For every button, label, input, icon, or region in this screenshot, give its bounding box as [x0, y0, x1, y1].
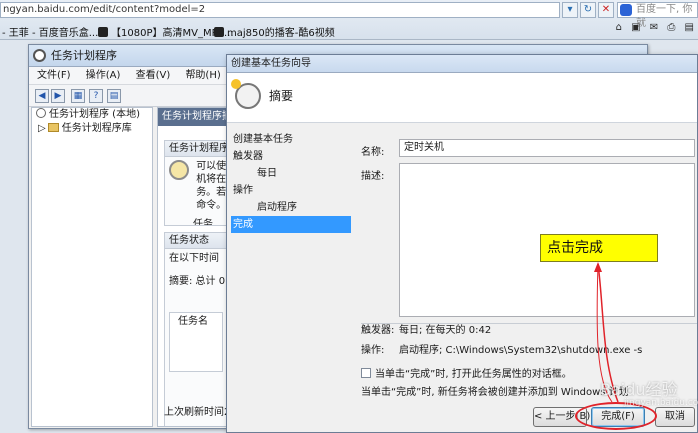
console-icon[interactable]: ▦ [71, 89, 85, 103]
task-status-section: 任务状态 在以下时间 摘要: 总计 0 任务名 [164, 232, 226, 426]
action-value: 启动程序; C:\Windows\System32\shutdown.exe -… [399, 345, 643, 356]
wizard-heading: 摘要 [269, 89, 294, 103]
step-create-task[interactable]: 创建基本任务 [227, 131, 353, 148]
scheduler-clock-icon [169, 160, 189, 180]
favorite-link-1[interactable]: - 王菲 - 百度音乐盒... [2, 24, 98, 39]
browser-toolbar: ⌂ ▣ ✉ ⎙ ▤ [610, 22, 694, 33]
favorite-link-3[interactable]: maj850的播客-酷6视频 [214, 24, 335, 39]
step-trigger[interactable]: 触发器 [227, 148, 353, 165]
name-field[interactable]: 定时关机 [399, 139, 695, 157]
expand-icon[interactable]: ▷ [38, 123, 46, 134]
clock-icon [33, 49, 46, 62]
refresh-icon[interactable]: ↻ [580, 2, 596, 18]
feeds-icon[interactable]: ▣ [631, 22, 640, 33]
task-status-header[interactable]: 任务状态 [165, 233, 226, 249]
forward-arrow-icon[interactable]: ▶ [51, 89, 65, 103]
checkbox-icon[interactable] [361, 368, 371, 378]
baidu-paw-icon [620, 4, 632, 16]
last-refresh-text: 上次刷新时间2 [164, 407, 227, 418]
help-icon[interactable]: ? [89, 89, 103, 103]
tree-item-library[interactable]: ▷ 任务计划程序库 [32, 122, 152, 136]
stop-icon[interactable]: ✕ [598, 2, 614, 18]
menu-action[interactable]: 操作(A) [86, 70, 121, 81]
menu-view[interactable]: 查看(V) [136, 70, 171, 81]
address-bar[interactable]: ngyan.baidu.com/edit/content?model=2 [0, 2, 560, 18]
ku6-icon [214, 27, 224, 37]
dropdown-icon[interactable]: ▾ [562, 2, 578, 18]
overview-section: 任务计划程序 可以使 机将在 务。若 命令。 任务 [164, 140, 226, 226]
click-finish-callout: 点击完成 [540, 234, 658, 262]
properties-icon[interactable]: ▤ [107, 89, 121, 103]
trigger-label: 触发器: [361, 325, 395, 336]
task-list[interactable]: 任务名 [169, 312, 223, 372]
print-icon[interactable]: ⎙ [667, 22, 675, 33]
menu-help[interactable]: 帮助(H) [185, 70, 220, 81]
name-label: 名称: [361, 147, 385, 158]
step-finish[interactable]: 完成 [231, 216, 351, 233]
home-icon[interactable]: ⌂ [616, 22, 622, 33]
clock-icon [36, 108, 46, 118]
cancel-button[interactable]: 取消 [655, 407, 695, 427]
wizard-header: 摘要 [227, 73, 697, 123]
summary-header: 任务计划程序摘要 [158, 108, 226, 126]
trigger-value: 每日; 在每天的 0:42 [399, 325, 492, 336]
browser-chrome: ngyan.baidu.com/edit/content?model=2 ▾ ↻… [0, 0, 698, 40]
video-site-icon [98, 27, 108, 37]
finish-note: 当单击“完成”时, 新任务将会被创建并添加到 Windows 计划 [361, 387, 629, 398]
search-input[interactable]: 百度一下, 你就 [617, 2, 698, 29]
step-start-program[interactable]: 启动程序 [227, 199, 353, 216]
navigation-tree: 任务计划程序 (本地) ▷ 任务计划程序库 [31, 107, 153, 427]
tree-item-local[interactable]: 任务计划程序 (本地) [32, 108, 152, 122]
overview-header[interactable]: 任务计划程序 [165, 141, 226, 157]
description-label: 描述: [361, 171, 385, 182]
action-label: 操作: [361, 345, 385, 356]
wizard-title-bar[interactable]: 创建基本任务向导 [227, 55, 697, 73]
step-daily[interactable]: 每日 [227, 165, 353, 182]
open-properties-checkbox[interactable]: 当单击“完成”时, 打开此任务属性的对话框。 [361, 365, 572, 380]
back-arrow-icon[interactable]: ◀ [35, 89, 49, 103]
wizard-clock-icon [231, 79, 261, 109]
folder-icon [47, 123, 59, 132]
summary-pane: 任务计划程序摘要 任务计划程序 可以使 机将在 务。若 命令。 任务 任务状态 … [157, 107, 227, 427]
favorites-bar: - 王菲 - 百度音乐盒... 【1080P】高清MV_MP4... maj85… [0, 21, 698, 39]
wizard-steps: 创建基本任务 触发器 每日 操作 启动程序 完成 [227, 131, 353, 233]
page-icon[interactable]: ▤ [685, 22, 694, 33]
baidu-watermark: Baidu经验 jingyan.baidu.com [600, 380, 698, 408]
column-task-name[interactable]: 任务名 [178, 316, 208, 327]
mail-icon[interactable]: ✉ [650, 22, 658, 33]
step-action[interactable]: 操作 [227, 182, 353, 199]
menu-file[interactable]: 文件(F) [37, 70, 71, 81]
